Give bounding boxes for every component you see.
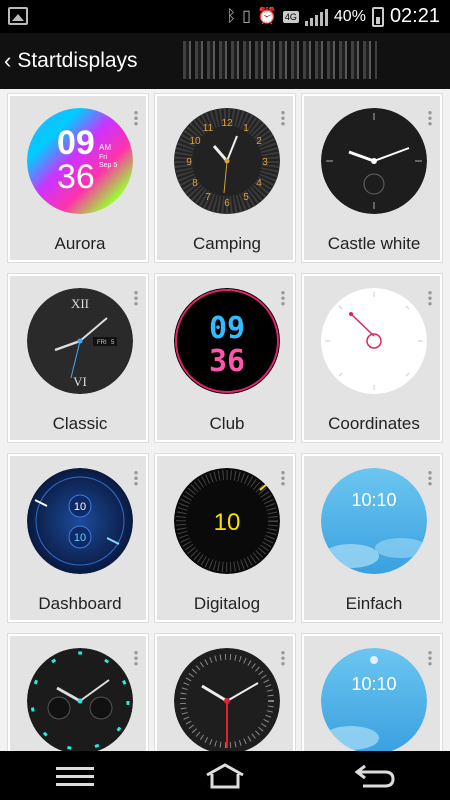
alarm-icon: ⏰ [256,7,277,25]
watchface-tile-racing[interactable] [155,634,295,751]
svg-text:12: 12 [221,118,233,129]
action-bar: ‹ Startdisplays [0,33,450,89]
watchface-label: Castle white [327,234,421,253]
battery-icon [371,6,384,27]
watchface-label: Dashboard [38,594,122,613]
einfach-face: 10:10 [321,468,427,574]
watchface-label: Einfach [345,594,403,613]
watchface-tile-camping[interactable]: 12 1 2 345 678 9 10 11 Camping [155,94,295,262]
svg-text:VI: VI [73,374,87,389]
vibrate-icon: ▯ [242,7,251,25]
dashboard-face: 10 10 [27,468,133,574]
dashboard-top: 10 [74,501,86,513]
page-title: Startdisplays [17,49,138,72]
digitalog-face: 10 [174,468,280,574]
back-button[interactable]: ‹ Startdisplays [0,33,138,89]
more-options-icon[interactable] [281,290,285,306]
svg-text:7: 7 [205,192,211,203]
more-options-icon[interactable] [428,650,432,666]
svg-text:11: 11 [203,123,214,134]
watchface-tile-classic[interactable]: XII VI FRI 5 Classic [8,274,148,442]
more-options-icon[interactable] [134,110,138,126]
watchface-label: Classic [52,414,108,433]
more-options-icon[interactable] [428,290,432,306]
more-options-icon[interactable] [281,650,285,666]
back-icon [354,764,395,787]
more-options-icon[interactable] [134,470,138,486]
aurora-face: 09 36 AM Fri Sep 5 [27,108,133,214]
svg-text:9: 9 [186,157,192,168]
dashboard-bottom: 10 [74,532,86,544]
watchface-label: Digitalog [193,594,261,613]
more-options-icon[interactable] [281,110,285,126]
4g-icon: 4G [282,10,299,23]
more-options-icon[interactable] [281,470,285,486]
battery-percent: 40% [333,7,366,25]
digitalog-time: 10 [214,509,241,536]
watchface-tile-cloudy[interactable]: 10:10 [302,634,442,751]
more-options-icon[interactable] [134,650,138,666]
status-time: 02:21 [389,5,440,27]
watchface-grid: 09 36 AM Fri Sep 5 Aurora 12 1 2 345 678 9… [0,89,450,751]
watchface-tile-club[interactable]: 09 36 Club [155,274,295,442]
status-bar: ᛒ ▯ ⏰ 4G 40% 02:21 [0,0,450,33]
club-face: 09 36 [174,288,280,394]
aurora-hour: 09 [57,124,95,162]
more-options-icon[interactable] [428,110,432,126]
cloudy-face: 10:10 [321,648,427,751]
watchface-label: Club [209,414,245,433]
glitch-overlay [183,41,377,79]
svg-text:4: 4 [256,178,262,189]
club-hour: 09 [209,311,245,346]
bluetooth-icon: ᛒ [226,7,237,25]
svg-text:1: 1 [243,123,249,134]
watchface-label: Coordinates [328,414,420,433]
cloudy-time: 10:10 [351,674,396,694]
more-options-icon[interactable] [134,290,138,306]
aurora-date: Sep 5 [99,162,117,169]
watchface-tile-castle-white[interactable]: Castle white [302,94,442,262]
svg-text:8: 8 [192,178,198,189]
aurora-ampm: AM [99,143,111,152]
watchface-tile-coordinates[interactable]: Coordinates [302,274,442,442]
gallery-icon [8,7,28,25]
home-button[interactable] [195,756,255,796]
coordinates-face [321,288,427,394]
castle-white-face [321,108,427,214]
watchface-label: Aurora [54,234,106,253]
more-options-icon[interactable] [428,470,432,486]
watchface-tile-einfach[interactable]: 10:10 Einfach [302,454,442,622]
aurora-day: Fri [99,154,108,161]
watchface-tile-sport[interactable] [8,634,148,751]
watchface-tile-dashboard[interactable]: 10 10 Dashboard [8,454,148,622]
aurora-minute: 36 [57,158,95,196]
svg-text:3: 3 [262,157,268,168]
classic-day: FRI [97,340,107,346]
svg-text:2: 2 [256,136,262,147]
classic-face: XII VI FRI 5 [27,288,133,394]
signal-icon [304,8,328,26]
svg-text:XII: XII [71,296,89,311]
club-minute: 36 [209,344,245,379]
navigation-bar [0,751,450,800]
svg-text:10: 10 [189,136,201,147]
sport-face [27,648,133,751]
watchface-label: Camping [192,234,262,253]
chevron-left-icon: ‹ [4,48,12,73]
racing-face [174,648,280,751]
einfach-time: 10:10 [351,490,396,510]
svg-text:6: 6 [224,198,230,209]
menu-icon [56,766,94,786]
watchface-tile-aurora[interactable]: 09 36 AM Fri Sep 5 Aurora [8,94,148,262]
camping-face: 12 1 2 345 678 9 10 11 [174,108,280,214]
watchface-tile-digitalog[interactable]: 10 Digitalog [155,454,295,622]
svg-text:5: 5 [243,192,249,203]
home-icon [206,762,244,788]
back-nav-button[interactable] [345,756,405,796]
menu-button[interactable] [45,756,105,796]
